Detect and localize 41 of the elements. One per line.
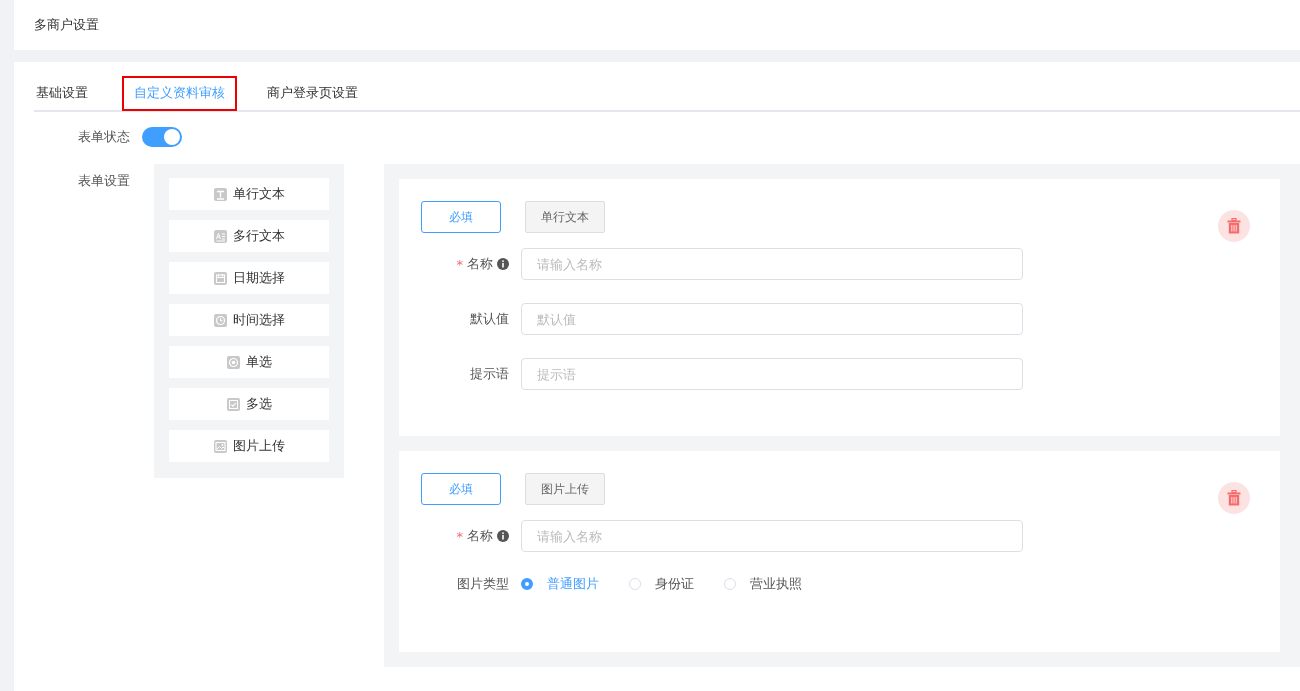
- form-status-label: 表单状态: [77, 128, 131, 146]
- info-icon[interactable]: [497, 530, 509, 542]
- field-label: 图片类型: [457, 575, 509, 593]
- image-icon: [213, 439, 227, 453]
- delete-button[interactable]: [1218, 210, 1250, 242]
- text-input[interactable]: 默认值: [521, 303, 1023, 335]
- trash-icon: [1227, 490, 1241, 506]
- field-type-item[interactable]: 时间选择: [169, 304, 329, 336]
- field-type-item[interactable]: 多选: [169, 388, 329, 420]
- field-type-tag: 单行文本: [525, 201, 605, 233]
- field-label: 名称: [467, 527, 493, 545]
- tab[interactable]: 商户登录页设置: [255, 76, 370, 111]
- text-input[interactable]: 请输入名称: [521, 520, 1023, 552]
- text-input[interactable]: 请输入名称: [521, 248, 1023, 280]
- field-type-item[interactable]: 单选: [169, 346, 329, 378]
- form-settings-label: 表单设置: [77, 172, 131, 190]
- field-type-item[interactable]: 图片上传: [169, 430, 329, 462]
- required-mark: *: [456, 528, 463, 544]
- calendar-icon: [213, 271, 227, 285]
- text-lines-icon: [213, 229, 227, 243]
- form-status-switch[interactable]: [142, 127, 182, 147]
- required-mark: *: [456, 256, 463, 272]
- text-input[interactable]: 提示语: [521, 358, 1023, 390]
- tab[interactable]: 基础设置: [34, 76, 100, 111]
- trash-icon: [1227, 218, 1241, 234]
- radio-icon: [226, 355, 240, 369]
- clock-icon: [213, 313, 227, 327]
- field-label: 默认值: [470, 310, 509, 328]
- radio-option[interactable]: 营业执照: [724, 575, 802, 593]
- checkbox-icon: [226, 397, 240, 411]
- field-type-item[interactable]: 多行文本: [169, 220, 329, 252]
- delete-button[interactable]: [1218, 482, 1250, 514]
- info-icon[interactable]: [497, 258, 509, 270]
- field-type-item[interactable]: 日期选择: [169, 262, 329, 294]
- field-label: 名称: [467, 255, 493, 273]
- field-type-item[interactable]: 单行文本: [169, 178, 329, 210]
- radio-option[interactable]: 身份证: [629, 575, 694, 593]
- page-title: 多商户设置: [34, 16, 99, 34]
- text-icon: [213, 187, 227, 201]
- image-upload-tag: 图片上传: [525, 473, 605, 505]
- field-label: 提示语: [470, 365, 509, 383]
